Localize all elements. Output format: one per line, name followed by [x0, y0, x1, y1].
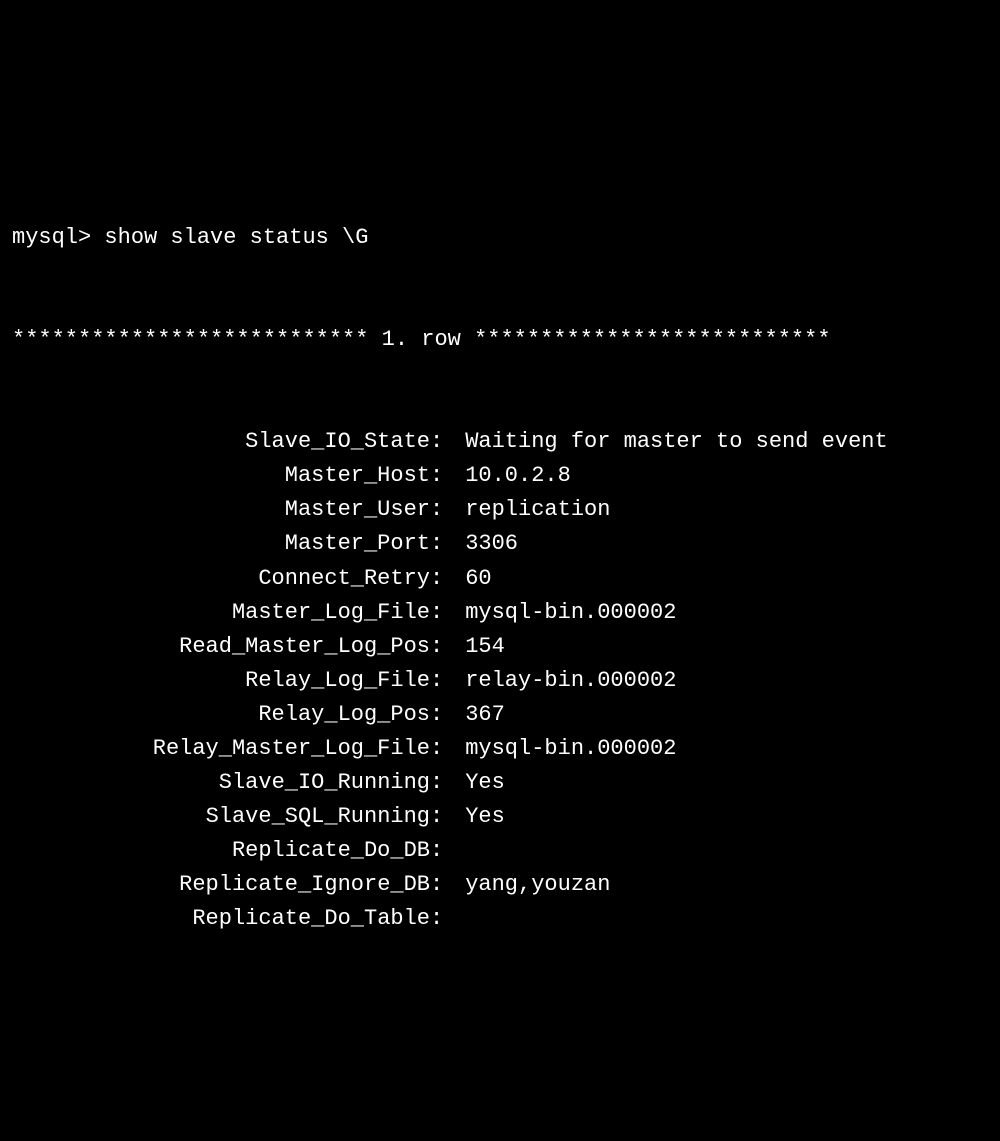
colon-separator: : [430, 459, 452, 493]
status-row: Slave_SQL_Running: Yes [12, 800, 988, 834]
status-row: Master_Port: 3306 [12, 527, 988, 561]
status-label: Replicate_Do_Table [12, 902, 430, 936]
status-label: Master_User [12, 493, 430, 527]
status-fields: Slave_IO_State: Waiting for master to se… [12, 425, 988, 936]
status-row: Relay_Log_File: relay-bin.000002 [12, 664, 988, 698]
status-label: Master_Host [12, 459, 430, 493]
colon-separator: : [430, 527, 452, 561]
status-row: Master_Log_File: mysql-bin.000002 [12, 596, 988, 630]
status-label: Connect_Retry [12, 562, 430, 596]
status-row: Master_Host: 10.0.2.8 [12, 459, 988, 493]
colon-separator: : [430, 800, 452, 834]
colon-separator: : [430, 698, 452, 732]
colon-separator: : [430, 562, 452, 596]
terminal-output: mysql> show slave status \G ************… [12, 152, 988, 970]
colon-separator: : [430, 834, 452, 868]
status-label: Slave_IO_State [12, 425, 430, 459]
status-value: 367 [452, 698, 505, 732]
status-value: mysql-bin.000002 [452, 596, 676, 630]
status-value: mysql-bin.000002 [452, 732, 676, 766]
status-value: 60 [452, 562, 492, 596]
prompt: mysql> [12, 225, 104, 250]
colon-separator: : [430, 425, 452, 459]
status-label: Replicate_Do_DB [12, 834, 430, 868]
colon-separator: : [430, 732, 452, 766]
command-text[interactable]: show slave status \G [104, 225, 368, 250]
status-label: Relay_Master_Log_File [12, 732, 430, 766]
status-row: Connect_Retry: 60 [12, 562, 988, 596]
status-label: Master_Log_File [12, 596, 430, 630]
status-value: 10.0.2.8 [452, 459, 571, 493]
status-label: Replicate_Ignore_DB [12, 868, 430, 902]
colon-separator: : [430, 493, 452, 527]
status-value: Waiting for master to send event [452, 425, 888, 459]
status-row: Slave_IO_Running: Yes [12, 766, 988, 800]
status-label: Relay_Log_Pos [12, 698, 430, 732]
colon-separator: : [430, 868, 452, 902]
command-line: mysql> show slave status \G [12, 221, 988, 255]
status-row: Slave_IO_State: Waiting for master to se… [12, 425, 988, 459]
colon-separator: : [430, 902, 452, 936]
status-label: Slave_IO_Running [12, 766, 430, 800]
status-value: Yes [452, 766, 505, 800]
status-value [452, 834, 465, 868]
status-row: Replicate_Ignore_DB: yang,youzan [12, 868, 988, 902]
status-label: Slave_SQL_Running [12, 800, 430, 834]
colon-separator: : [430, 596, 452, 630]
status-value: relay-bin.000002 [452, 664, 676, 698]
status-label: Relay_Log_File [12, 664, 430, 698]
status-value: Yes [452, 800, 505, 834]
status-row: Relay_Master_Log_File: mysql-bin.000002 [12, 732, 988, 766]
row-header: *************************** 1. row *****… [12, 323, 988, 357]
status-value: yang,youzan [452, 868, 610, 902]
status-value: 3306 [452, 527, 518, 561]
colon-separator: : [430, 766, 452, 800]
status-value [452, 902, 465, 936]
status-value: replication [452, 493, 610, 527]
status-row: Relay_Log_Pos: 367 [12, 698, 988, 732]
colon-separator: : [430, 664, 452, 698]
status-row: Replicate_Do_DB: [12, 834, 988, 868]
status-row: Master_User: replication [12, 493, 988, 527]
status-label: Master_Port [12, 527, 430, 561]
status-row: Replicate_Do_Table: [12, 902, 988, 936]
